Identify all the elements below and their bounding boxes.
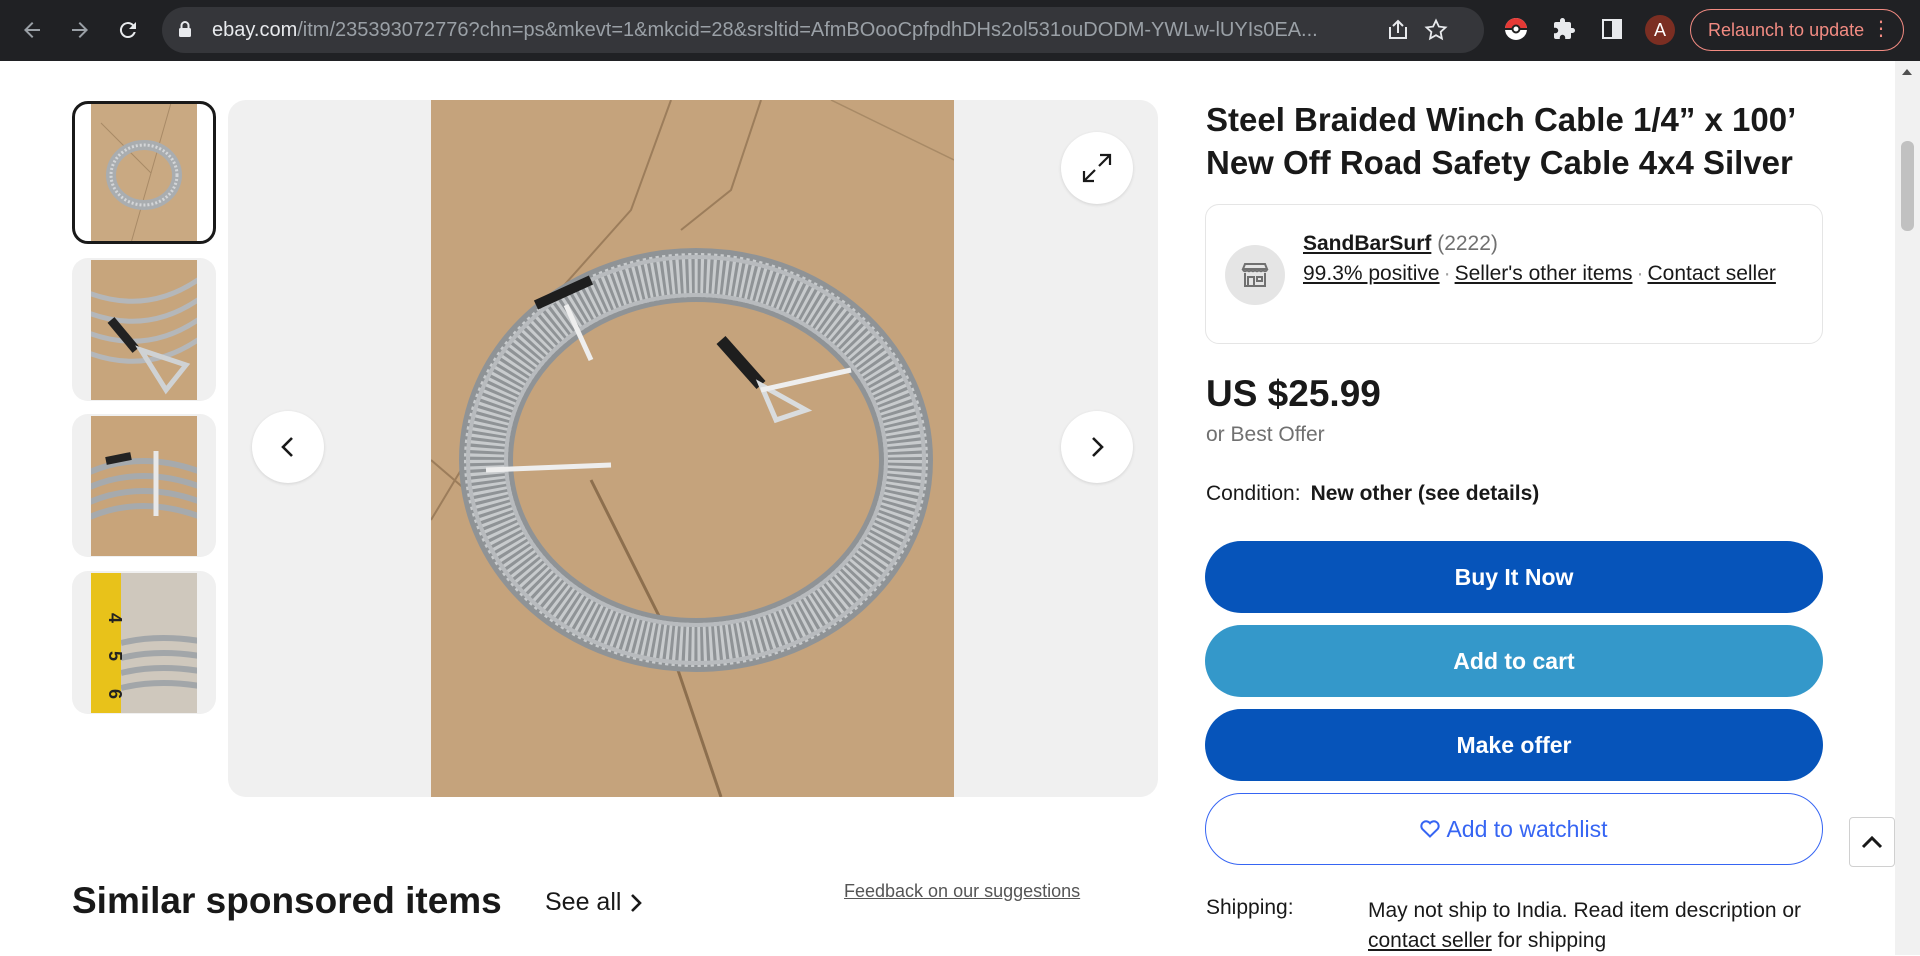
thumbnail-3[interactable] [72, 414, 216, 557]
relaunch-button[interactable]: Relaunch to update ⋮ [1690, 9, 1904, 51]
seller-other-items-link[interactable]: Seller's other items [1455, 262, 1633, 285]
forward-button[interactable] [62, 12, 98, 48]
reload-button[interactable] [110, 12, 146, 48]
separator-dot: · [1636, 262, 1644, 285]
buy-it-now-button[interactable]: Buy It Now [1205, 541, 1823, 613]
scrollbar-thumb[interactable] [1901, 141, 1914, 231]
shipping-label: Shipping: [1206, 896, 1294, 919]
puzzle-extensions-icon[interactable] [1550, 15, 1578, 43]
url-path: /itm/235393072776?chn=ps&mkevt=1&mkcid=2… [297, 19, 1318, 41]
thumbnail-2[interactable] [72, 258, 216, 401]
fullscreen-button[interactable] [1061, 132, 1133, 204]
image-gallery [228, 100, 1158, 797]
lock-icon [179, 21, 191, 37]
svg-text:5: 5 [105, 651, 125, 661]
similar-items-heading: Similar sponsored items [72, 880, 502, 921]
heart-icon [1420, 820, 1441, 838]
separator-dot: · [1443, 262, 1451, 285]
thumbnail-image-tape-measure: 4 5 6 [91, 572, 197, 713]
thumbnail-image-cable-closeup [91, 415, 197, 556]
seller-card: SandBarSurf (2222) 99.3% positive · Seller… [1205, 204, 1823, 344]
make-offer-button[interactable]: Make offer [1205, 709, 1823, 781]
feedback-suggestions-link[interactable]: Feedback on our suggestions [844, 881, 1080, 902]
condition-label: Condition: [1206, 482, 1301, 505]
see-all-link[interactable]: See all [545, 888, 643, 917]
item-price: US $25.99 [1206, 373, 1381, 414]
previous-image-button[interactable] [252, 411, 324, 483]
relaunch-label: Relaunch to update [1708, 19, 1865, 40]
svg-text:4: 4 [105, 613, 125, 623]
seller-positive-link[interactable]: 99.3% positive [1303, 262, 1440, 285]
side-panel-icon[interactable] [1598, 15, 1626, 43]
address-bar[interactable]: ebay.com/itm/235393072776?chn=ps&mkevt=1… [162, 7, 1484, 53]
expand-icon [1082, 153, 1112, 183]
seller-info: SandBarSurf (2222) 99.3% positive · Seller… [1303, 229, 1803, 289]
best-offer-note: or Best Offer [1206, 423, 1325, 446]
next-image-button[interactable] [1061, 411, 1133, 483]
add-to-cart-button[interactable]: Add to cart [1205, 625, 1823, 697]
seller-name-link[interactable]: SandBarSurf [1303, 232, 1431, 255]
pokeball-extension-icon[interactable] [1502, 15, 1530, 43]
shipping-text-2: for shipping [1491, 929, 1607, 952]
chevron-up-icon [1861, 835, 1883, 849]
url-text: ebay.com/itm/235393072776?chn=ps&mkevt=1… [212, 19, 1542, 42]
make-offer-label: Make offer [1456, 731, 1572, 758]
thumbnail-image-cable-hook [91, 259, 197, 400]
shipping-contact-seller-link[interactable]: contact seller [1368, 929, 1492, 952]
page-scrollbar[interactable] [1895, 61, 1920, 955]
browser-toolbar: ebay.com/itm/235393072776?chn=ps&mkevt=1… [0, 0, 1920, 61]
store-icon [1241, 263, 1269, 287]
star-icon[interactable] [1424, 18, 1448, 42]
more-vert-icon: ⋮ [1871, 18, 1891, 40]
item-title: Steel Braided Winch Cable 1/4” x 100’ Ne… [1206, 101, 1795, 181]
shipping-info: May not ship to India. Read item descrip… [1368, 896, 1818, 956]
chevron-right-icon [631, 893, 643, 912]
thumbnail-1[interactable] [72, 101, 216, 244]
buy-it-now-label: Buy It Now [1454, 563, 1574, 590]
svg-text:6: 6 [105, 689, 125, 699]
back-button[interactable] [14, 12, 50, 48]
seller-avatar[interactable] [1225, 245, 1285, 305]
scroll-up-arrow-icon[interactable] [1902, 69, 1912, 75]
see-all-label: See all [545, 888, 622, 916]
add-to-cart-label: Add to cart [1453, 647, 1575, 674]
thumbnail-4[interactable]: 4 5 6 [72, 571, 216, 714]
profile-avatar[interactable]: A [1645, 15, 1675, 45]
chevron-right-icon [1092, 437, 1104, 457]
chevron-left-icon [281, 437, 293, 457]
add-to-watchlist-button[interactable]: Add to watchlist [1205, 793, 1823, 865]
shipping-text-1: May not ship to India. Read item descrip… [1368, 899, 1802, 922]
item-condition: Condition: New other (see details) [1206, 482, 1539, 506]
thumbnail-image-cable-coil [91, 104, 197, 241]
add-to-watchlist-label: Add to watchlist [1446, 815, 1608, 842]
url-host: ebay.com [212, 19, 298, 41]
main-product-image[interactable] [431, 100, 954, 797]
back-to-top-button[interactable] [1849, 817, 1895, 867]
forward-icon [72, 22, 88, 38]
seller-feedback-count: (2222) [1437, 232, 1498, 255]
reload-icon [119, 22, 136, 39]
share-icon[interactable] [1386, 18, 1410, 42]
contact-seller-link[interactable]: Contact seller [1648, 262, 1776, 285]
back-icon [24, 22, 40, 38]
condition-value: New other (see details) [1310, 482, 1540, 505]
